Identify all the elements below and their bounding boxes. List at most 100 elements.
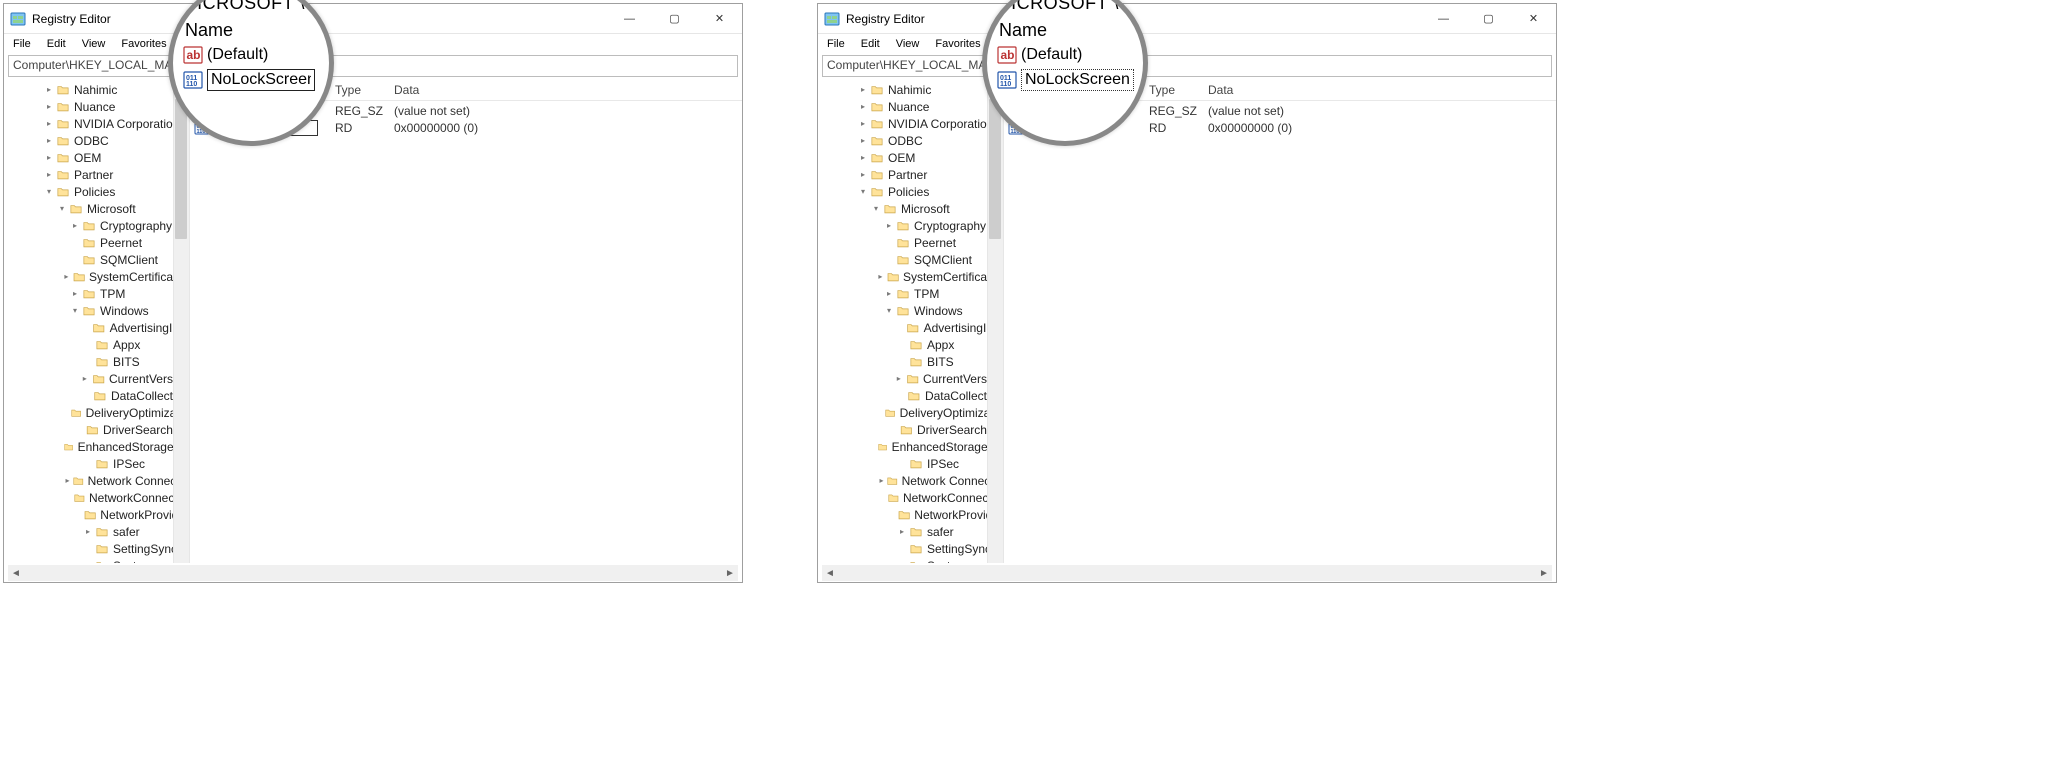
tree-item[interactable]: ▸Cryptography <box>4 217 189 234</box>
chevron-down-icon[interactable]: ▾ <box>883 305 895 317</box>
menu-file[interactable]: File <box>6 36 38 52</box>
tree-item[interactable]: ▸Appx <box>4 336 189 353</box>
menu-file[interactable]: File <box>820 36 852 52</box>
titlebar[interactable]: Registry Editor — ▢ ✕ <box>818 4 1556 34</box>
chevron-right-icon[interactable]: ▸ <box>69 220 81 232</box>
tree-item[interactable]: ▾Windows <box>818 302 1003 319</box>
magnifier-rename-input[interactable] <box>207 69 315 91</box>
horizontal-scrollbar[interactable]: ◄ ► <box>822 565 1552 581</box>
tree-item[interactable]: ▸TPM <box>4 285 189 302</box>
column-header-data[interactable]: Data <box>1204 83 1556 97</box>
chevron-right-icon[interactable]: ▸ <box>896 526 908 538</box>
tree-item[interactable]: ▸CurrentVersion <box>4 370 189 387</box>
tree-item[interactable]: ▸TPM <box>818 285 1003 302</box>
magnifier-selected-value[interactable]: NoLockScreen <box>1021 69 1134 91</box>
chevron-down-icon[interactable]: ▾ <box>857 186 869 198</box>
scroll-left-icon[interactable]: ◄ <box>8 565 24 581</box>
chevron-right-icon[interactable]: ▸ <box>883 288 895 300</box>
tree-item[interactable]: ▸SystemCertificates <box>818 268 1003 285</box>
tree-item[interactable]: ▸SystemCertificates <box>4 268 189 285</box>
tree-item[interactable]: ▸NVIDIA Corporation <box>4 115 189 132</box>
menu-edit[interactable]: Edit <box>40 36 73 52</box>
tree-item[interactable]: ▸DriverSearching <box>4 421 189 438</box>
tree-item[interactable]: ▸NVIDIA Corporation <box>818 115 1003 132</box>
tree-item[interactable]: ▸Appx <box>818 336 1003 353</box>
menu-edit[interactable]: Edit <box>854 36 887 52</box>
minimize-button[interactable]: — <box>1421 4 1466 33</box>
tree-item[interactable]: ▾Policies <box>818 183 1003 200</box>
tree-item[interactable]: ▸DeliveryOptimizatio <box>818 404 1003 421</box>
tree-item[interactable]: ▸safer <box>4 523 189 540</box>
tree-item[interactable]: ▾Windows <box>4 302 189 319</box>
tree-item[interactable]: ▸NetworkProvider <box>818 506 1003 523</box>
address-bar[interactable]: Computer\HKEY_LOCAL_MACHINE\SOFTW <box>822 55 1552 77</box>
tree-item[interactable]: ▾Policies <box>4 183 189 200</box>
scroll-right-icon[interactable]: ► <box>1536 565 1552 581</box>
tree-item[interactable]: ▸IPSec <box>818 455 1003 472</box>
tree-item[interactable]: ▸Nuance <box>4 98 189 115</box>
tree-item[interactable]: ▸SettingSync <box>818 540 1003 557</box>
menu-favorites[interactable]: Favorites <box>928 36 987 52</box>
chevron-right-icon[interactable]: ▸ <box>893 373 905 385</box>
tree-item[interactable]: ▸ODBC <box>818 132 1003 149</box>
tree-item[interactable]: ▸IPSec <box>4 455 189 472</box>
tree-item[interactable]: ▸NetworkConnectivi <box>818 489 1003 506</box>
tree-item[interactable]: ▸Nahimic <box>818 81 1003 98</box>
tree-item[interactable]: ▸CurrentVersion <box>818 370 1003 387</box>
minimize-button[interactable]: — <box>607 4 652 33</box>
tree-pane[interactable]: ▸Nahimic▸Nuance▸NVIDIA Corporation▸ODBC▸… <box>4 79 190 563</box>
tree-item[interactable]: ▸System <box>818 557 1003 563</box>
address-bar[interactable]: Computer\HKEY_LOCAL_MACHINE\SOFTW <box>8 55 738 77</box>
chevron-right-icon[interactable]: ▸ <box>43 169 55 181</box>
close-button[interactable]: ✕ <box>1511 4 1556 33</box>
chevron-right-icon[interactable]: ▸ <box>82 526 94 538</box>
chevron-down-icon[interactable]: ▾ <box>56 203 68 215</box>
tree-vertical-scrollbar[interactable] <box>173 79 189 563</box>
tree-item[interactable]: ▸Peernet <box>818 234 1003 251</box>
tree-item[interactable]: ▾Microsoft <box>818 200 1003 217</box>
chevron-right-icon[interactable]: ▸ <box>857 152 869 164</box>
chevron-right-icon[interactable]: ▸ <box>857 101 869 113</box>
scrollbar-thumb[interactable] <box>175 99 187 239</box>
tree-item[interactable]: ▸SQMClient <box>818 251 1003 268</box>
tree-item[interactable]: ▸DataCollection <box>818 387 1003 404</box>
maximize-button[interactable]: ▢ <box>1466 4 1511 33</box>
tree-item[interactable]: ▸Partner <box>4 166 189 183</box>
chevron-right-icon[interactable]: ▸ <box>43 135 55 147</box>
chevron-right-icon[interactable]: ▸ <box>877 475 886 487</box>
horizontal-scrollbar[interactable]: ◄ ► <box>8 565 738 581</box>
tree-vertical-scrollbar[interactable] <box>987 79 1003 563</box>
tree-pane[interactable]: ▸Nahimic▸Nuance▸NVIDIA Corporation▸ODBC▸… <box>818 79 1004 563</box>
menu-view[interactable]: View <box>75 36 113 52</box>
tree-item[interactable]: ▸Network Connectio <box>4 472 189 489</box>
tree-item[interactable]: ▸EnhancedStorageDe <box>818 438 1003 455</box>
tree-item[interactable]: ▸OEM <box>818 149 1003 166</box>
tree-item[interactable]: ▸ODBC <box>4 132 189 149</box>
scroll-right-icon[interactable]: ► <box>722 565 738 581</box>
chevron-down-icon[interactable]: ▾ <box>69 305 81 317</box>
tree-item[interactable]: ▸Cryptography <box>818 217 1003 234</box>
maximize-button[interactable]: ▢ <box>652 4 697 33</box>
chevron-right-icon[interactable]: ▸ <box>857 135 869 147</box>
chevron-right-icon[interactable]: ▸ <box>43 101 55 113</box>
tree-item[interactable]: ▸System <box>4 557 189 563</box>
tree-item[interactable]: ▸Peernet <box>4 234 189 251</box>
chevron-right-icon[interactable]: ▸ <box>857 84 869 96</box>
chevron-right-icon[interactable]: ▸ <box>43 118 55 130</box>
tree-item[interactable]: ▸AdvertisingInfo <box>4 319 189 336</box>
scroll-left-icon[interactable]: ◄ <box>822 565 838 581</box>
chevron-right-icon[interactable]: ▸ <box>69 288 81 300</box>
tree-item[interactable]: ▸BITS <box>818 353 1003 370</box>
tree-item[interactable]: ▸SettingSync <box>4 540 189 557</box>
scrollbar-thumb[interactable] <box>989 99 1001 239</box>
tree-item[interactable]: ▸DeliveryOptimizatio <box>4 404 189 421</box>
tree-item[interactable]: ▸OEM <box>4 149 189 166</box>
close-button[interactable]: ✕ <box>697 4 742 33</box>
tree-item[interactable]: ▸DriverSearching <box>818 421 1003 438</box>
tree-item[interactable]: ▸Network Connectio <box>818 472 1003 489</box>
tree-item[interactable]: ▸EnhancedStorageDe <box>4 438 189 455</box>
tree-item[interactable]: ▸safer <box>818 523 1003 540</box>
tree-item[interactable]: ▸Nahimic <box>4 81 189 98</box>
column-header-type[interactable]: Type <box>1149 83 1204 97</box>
chevron-right-icon[interactable]: ▸ <box>61 271 72 283</box>
